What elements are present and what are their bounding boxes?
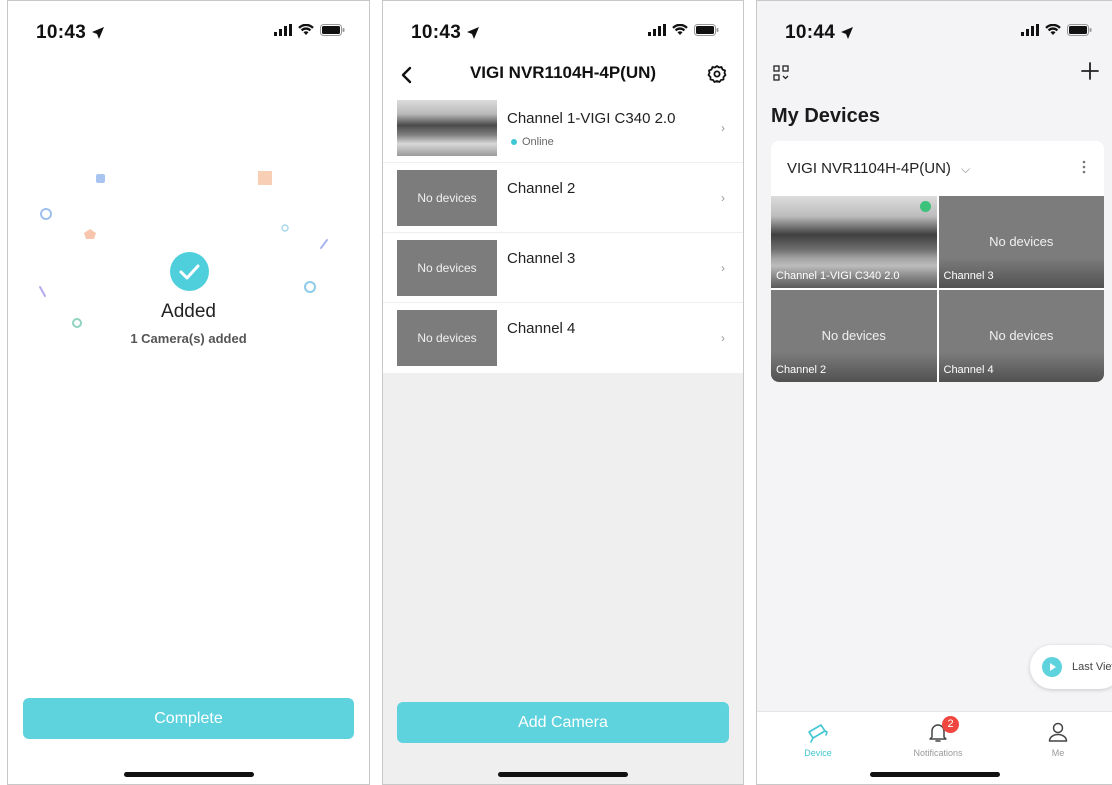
- alarm-icon: [919, 201, 931, 212]
- channel-row[interactable]: No devices Channel 2 ›: [383, 163, 743, 233]
- page-title: VIGI NVR1104H-4P(UN): [469, 63, 657, 82]
- added-screen: 10:43 Added 1 Camera(s) added Complete: [7, 0, 370, 785]
- chevron-right-icon: ›: [721, 121, 725, 135]
- camera-thumbnail: No devices: [397, 170, 497, 226]
- camera-tile[interactable]: No devices Channel 4: [938, 290, 1104, 382]
- tile-label: Channel 3: [938, 258, 1104, 288]
- location-arrow-icon: [467, 26, 480, 39]
- tile-label: Channel 2: [771, 352, 937, 382]
- tab-label: Notifications: [913, 748, 963, 758]
- tile-message: No devices: [989, 328, 1054, 343]
- camera-thumbnail: [397, 100, 497, 156]
- nav-bar: VIGI NVR1104H-4P(UN): [383, 57, 743, 93]
- channel-name: Channel 1-VIGI C340 2.0: [507, 110, 676, 127]
- last-view-label: Last View: [1072, 661, 1112, 673]
- add-device-icon[interactable]: [1080, 61, 1100, 81]
- status-bar: 10:43: [383, 1, 743, 57]
- tab-me[interactable]: Me: [1018, 720, 1098, 758]
- my-devices-screen: 10:44 My Devices VIGI NVR1104H-4P(UN) ⌵ C…: [756, 0, 1112, 785]
- signal-icon: [1021, 24, 1039, 36]
- online-dot-icon: [511, 139, 517, 146]
- channel-name: Channel 2: [507, 180, 576, 197]
- battery-icon: [320, 24, 345, 36]
- chevron-right-icon: ›: [721, 261, 725, 275]
- tile-label: Channel 4: [938, 352, 1104, 382]
- status-bar: 10:43: [8, 1, 369, 57]
- tab-device[interactable]: Device: [778, 720, 858, 758]
- page-title: My Devices: [771, 105, 880, 127]
- channel-row[interactable]: No devices Channel 4 ›: [383, 303, 743, 373]
- status-icons: [274, 24, 345, 36]
- status-icons: [648, 24, 719, 36]
- home-indicator[interactable]: [123, 772, 254, 777]
- status-time: 10:43: [411, 22, 480, 44]
- last-view-button[interactable]: Last View: [1030, 645, 1112, 689]
- location-arrow-icon: [92, 26, 105, 39]
- camera-thumbnail: No devices: [397, 240, 497, 296]
- signal-icon: [648, 24, 666, 36]
- channel-name: Channel 4: [507, 320, 576, 337]
- nvr-channels-screen: 10:43 VIGI NVR1104H-4P(UN) Channel 1-VIG…: [382, 0, 744, 785]
- status-icons: [1021, 24, 1092, 36]
- channel-row[interactable]: No devices Channel 3 ›: [383, 233, 743, 303]
- wifi-icon: [1045, 24, 1061, 35]
- home-indicator[interactable]: [869, 772, 1000, 777]
- tab-label: Me: [1051, 748, 1065, 758]
- device-name[interactable]: VIGI NVR1104H-4P(UN) ⌵: [787, 160, 970, 177]
- success-title: Added: [161, 301, 216, 322]
- complete-button[interactable]: Complete: [23, 698, 354, 739]
- battery-icon: [694, 24, 719, 36]
- camera-tile[interactable]: No devices Channel 2: [771, 290, 937, 382]
- tile-message: No devices: [989, 234, 1054, 249]
- channel-row[interactable]: Channel 1-VIGI C340 2.0 Online ›: [383, 93, 743, 163]
- gear-icon[interactable]: [707, 64, 727, 84]
- camera-icon: [808, 724, 828, 743]
- channel-grid: Channel 1-VIGI C340 2.0 No devices Chann…: [771, 196, 1104, 382]
- camera-thumbnail: No devices: [397, 310, 497, 366]
- layout-grid-icon[interactable]: [773, 65, 789, 81]
- notification-badge: 2: [942, 716, 959, 733]
- chevron-right-icon: ›: [721, 191, 725, 205]
- channel-list: Channel 1-VIGI C340 2.0 Online › No devi…: [383, 93, 743, 373]
- tab-notifications[interactable]: 2 Notifications: [898, 716, 978, 758]
- online-status: Online: [511, 136, 554, 148]
- tile-message: No devices: [821, 328, 886, 343]
- wifi-icon: [672, 24, 688, 35]
- play-icon: [1042, 657, 1062, 677]
- chevron-right-icon: ›: [721, 331, 725, 345]
- channel-name: Channel 3: [507, 250, 576, 267]
- camera-tile[interactable]: Channel 1-VIGI C340 2.0: [771, 196, 937, 288]
- device-card: VIGI NVR1104H-4P(UN) ⌵ Channel 1-VIGI C34…: [771, 141, 1104, 382]
- add-camera-button[interactable]: Add Camera: [397, 702, 729, 743]
- chevron-down-icon: ⌵: [960, 162, 971, 176]
- location-arrow-icon: [841, 26, 854, 39]
- camera-tile[interactable]: No devices Channel 3: [938, 196, 1104, 288]
- status-bar: 10:44: [757, 1, 1112, 57]
- tile-label: Channel 1-VIGI C340 2.0: [771, 258, 937, 288]
- person-icon: [1048, 722, 1068, 742]
- success-subtitle: 1 Camera(s) added: [130, 331, 247, 346]
- wifi-icon: [298, 24, 314, 35]
- status-time: 10:44: [785, 22, 854, 44]
- status-time: 10:43: [36, 22, 105, 44]
- tab-label: Device: [804, 748, 832, 758]
- success-check-icon: [170, 252, 209, 291]
- more-vertical-icon[interactable]: [1082, 159, 1086, 175]
- battery-icon: [1067, 24, 1092, 36]
- signal-icon: [274, 24, 292, 36]
- home-indicator[interactable]: [498, 772, 628, 777]
